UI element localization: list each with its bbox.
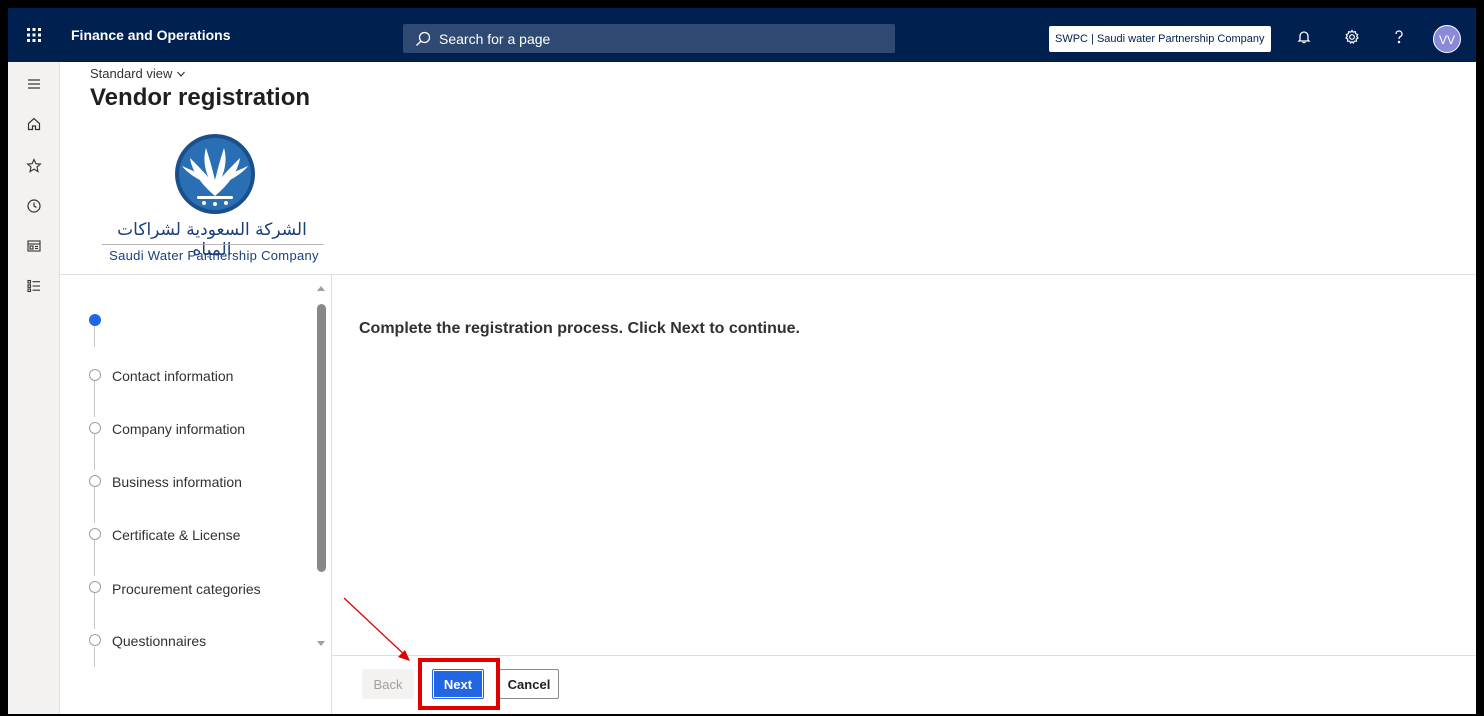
step-navigator: Contact information Company information … [60, 275, 332, 714]
workspace-icon[interactable] [18, 230, 50, 262]
navigation-rail [8, 62, 60, 714]
logo-divider [102, 244, 324, 245]
footer-divider [332, 655, 1476, 656]
step-indicator-questionnaires[interactable] [89, 634, 101, 646]
step-pane-scrollbar[interactable] [314, 278, 330, 646]
scroll-down-icon[interactable] [317, 641, 325, 646]
step-label-contact-information[interactable]: Contact information [112, 368, 233, 384]
step-label-business-information[interactable]: Business information [112, 474, 242, 490]
step-indicator-business-information[interactable] [89, 475, 101, 487]
step-connector [94, 434, 95, 470]
app-window: Finance and Operations SWPC | Saudi wate… [8, 8, 1476, 714]
step-label-questionnaires[interactable]: Questionnaires [112, 633, 206, 649]
cancel-button[interactable]: Cancel [499, 669, 559, 699]
modules-icon[interactable] [18, 270, 50, 302]
instruction-message: Complete the registration process. Click… [359, 320, 800, 337]
scrollbar-thumb[interactable] [317, 304, 326, 572]
gear-icon[interactable] [1339, 24, 1365, 50]
step-indicator-company-information[interactable] [89, 422, 101, 434]
waffle-icon[interactable] [18, 20, 50, 50]
step-connector [94, 487, 95, 523]
back-button[interactable]: Back [362, 669, 414, 699]
step-indicator-certificate-license[interactable] [89, 528, 101, 540]
app-title: Finance and Operations [71, 27, 231, 43]
next-button[interactable]: Next [432, 669, 484, 699]
view-selector-label: Standard view [90, 66, 173, 81]
view-selector[interactable]: Standard view [90, 66, 186, 81]
logo-english-text: Saudi Water Partnership Company [109, 248, 319, 263]
bell-icon[interactable] [1291, 24, 1317, 50]
step-indicator-current[interactable] [89, 314, 101, 326]
step-indicator-contact-information[interactable] [89, 369, 101, 381]
search-icon [416, 31, 431, 46]
step-connector [94, 323, 95, 347]
step-connector [94, 593, 95, 629]
step-connector [94, 540, 95, 576]
help-icon[interactable] [1386, 24, 1412, 50]
avatar[interactable]: VV [1433, 25, 1461, 53]
top-navigation-bar: Finance and Operations SWPC | Saudi wate… [8, 8, 1476, 62]
page-title: Vendor registration [90, 84, 311, 111]
step-connector [94, 647, 95, 667]
step-connector [94, 381, 95, 417]
star-icon[interactable] [18, 150, 50, 182]
hamburger-icon[interactable] [18, 68, 50, 100]
step-label-company-information[interactable]: Company information [112, 421, 245, 437]
search-input[interactable] [439, 30, 879, 47]
step-indicator-procurement-categories[interactable] [89, 581, 101, 593]
step-label-certificate-license[interactable]: Certificate & License [112, 527, 240, 543]
pane-divider [331, 275, 332, 714]
chevron-down-icon [177, 71, 186, 77]
home-icon[interactable] [18, 108, 50, 140]
step-label-procurement-categories[interactable]: Procurement categories [112, 581, 261, 597]
search-box[interactable] [403, 24, 895, 53]
clock-icon[interactable] [18, 190, 50, 222]
scroll-up-icon[interactable] [317, 286, 325, 291]
company-picker[interactable]: SWPC | Saudi water Partnership Company [1049, 26, 1271, 52]
